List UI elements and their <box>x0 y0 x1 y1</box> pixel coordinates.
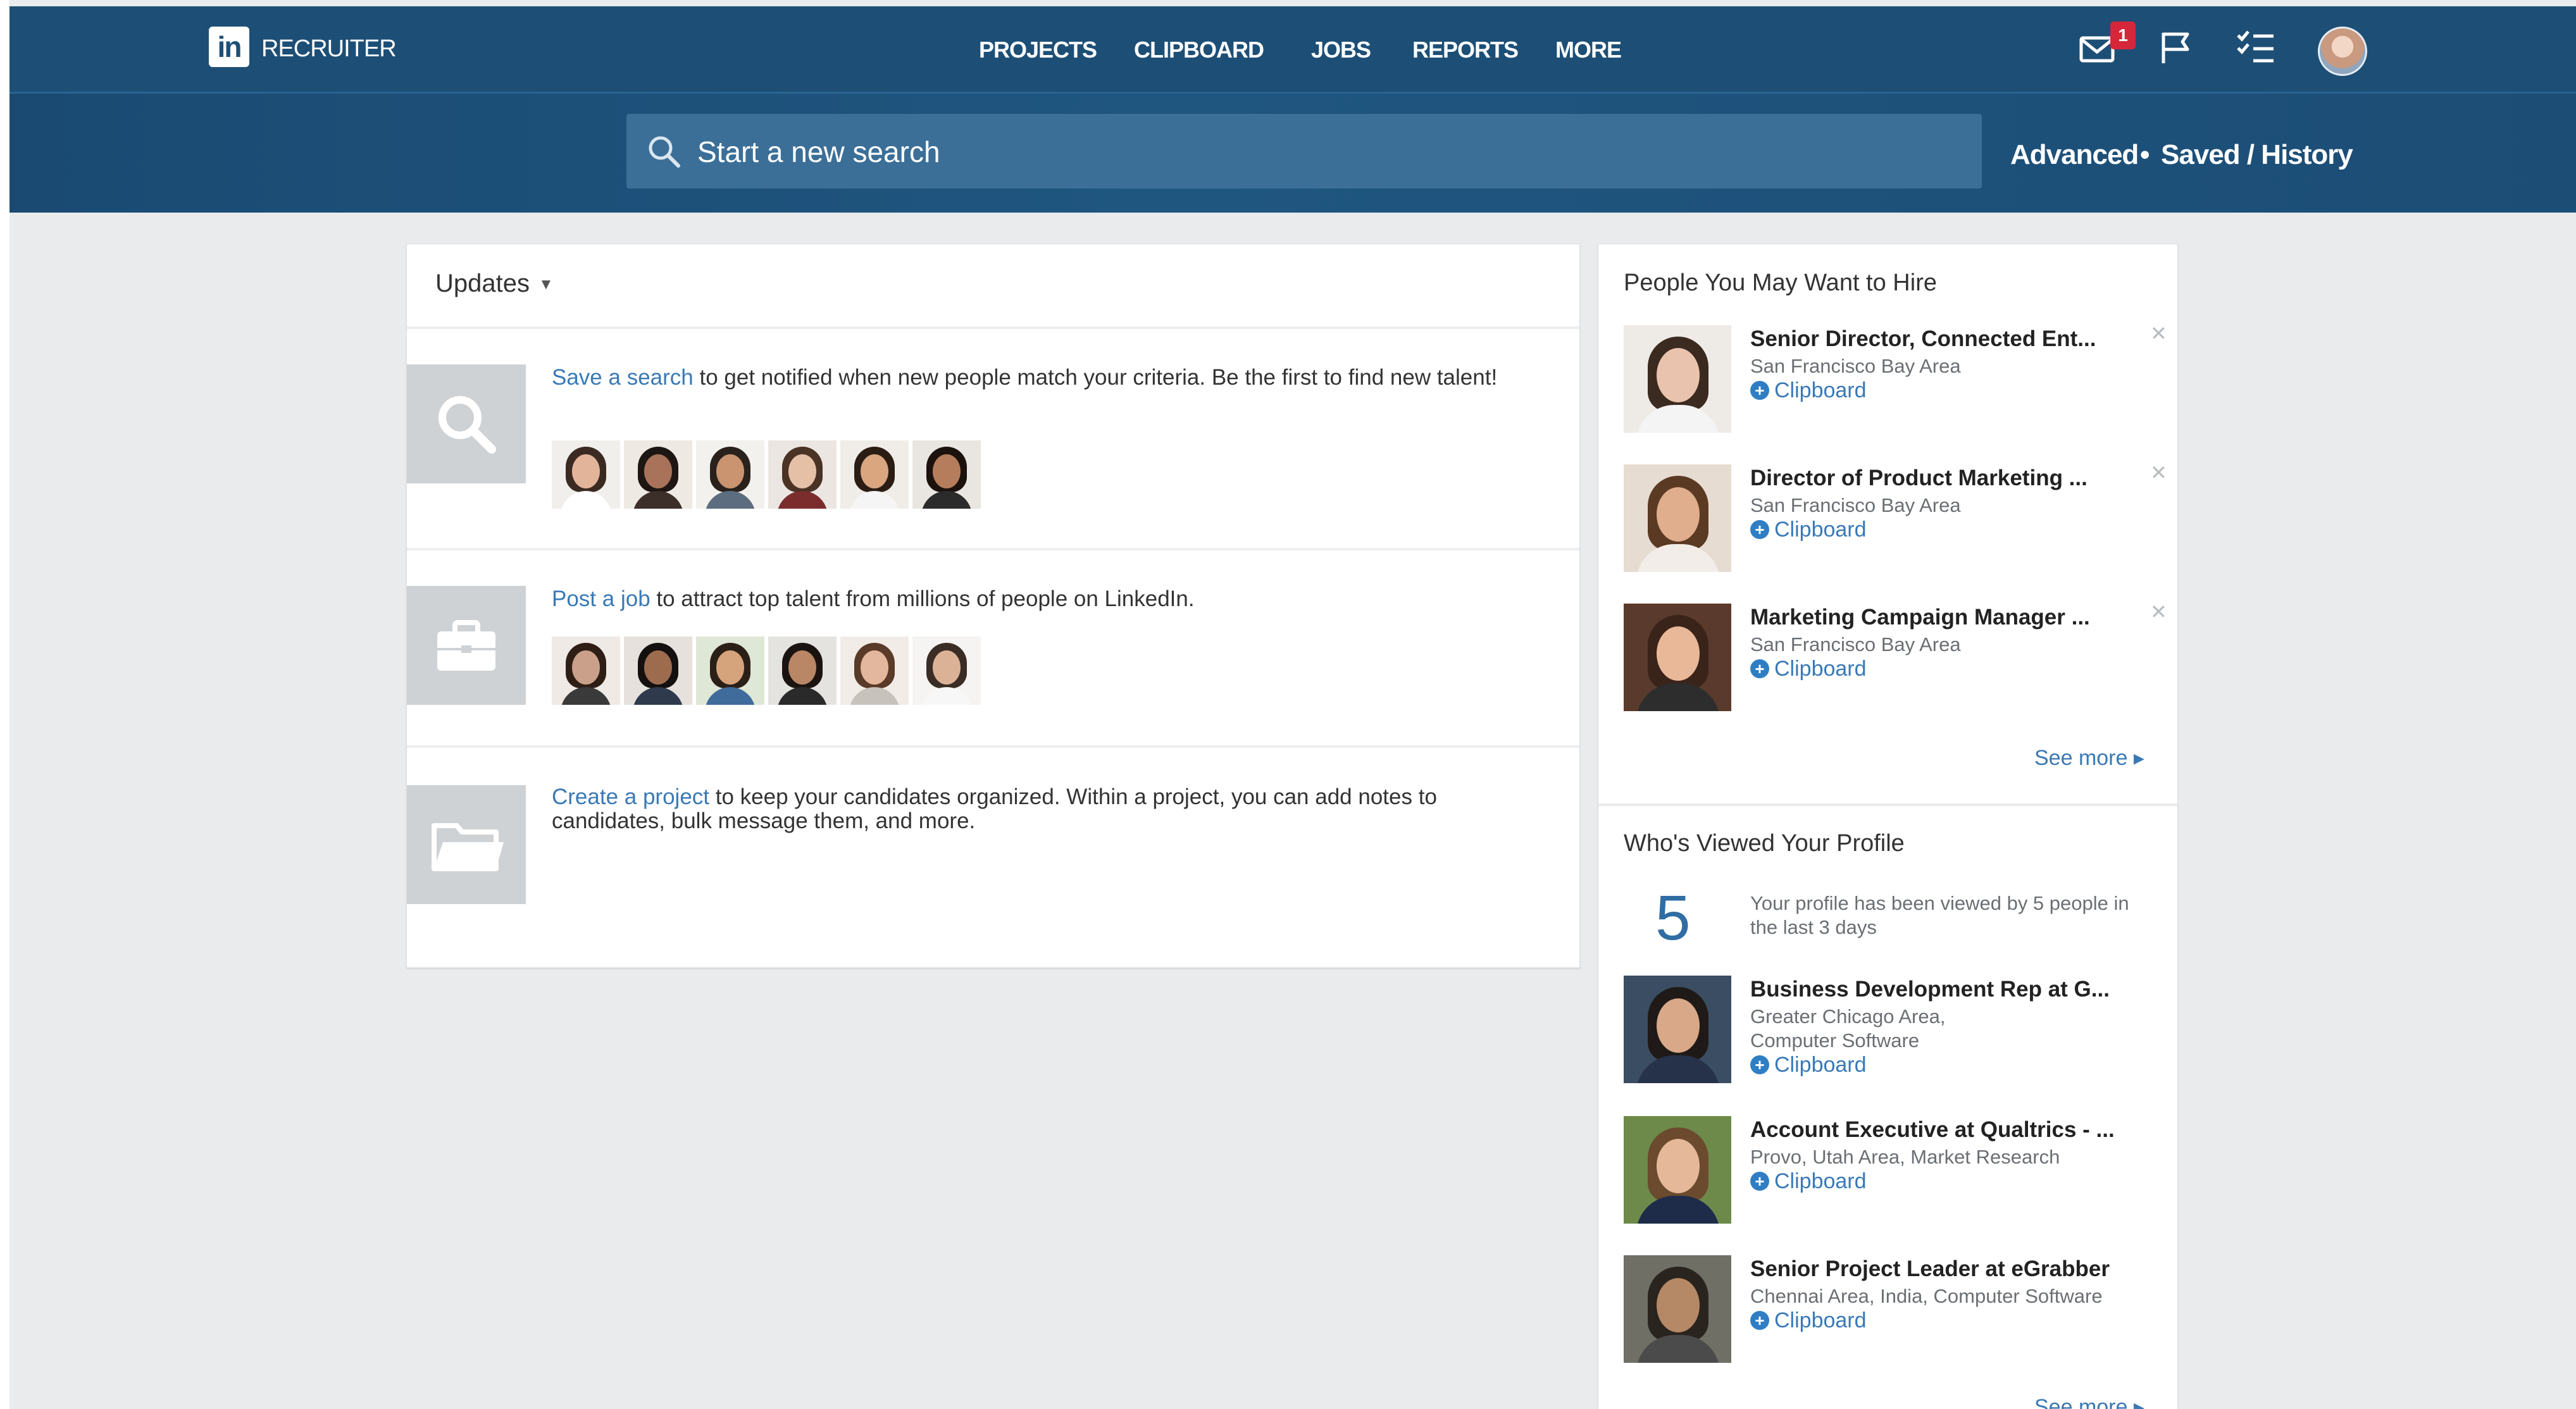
person-photo[interactable] <box>1624 604 1731 711</box>
person-location: San Francisco Bay Area <box>1750 494 1961 516</box>
save-search-link[interactable]: Save a search <box>552 365 694 390</box>
see-more-link[interactable]: See more ▸ <box>2034 1394 2144 1409</box>
notification-badge: 1 <box>2110 22 2136 49</box>
search-icon <box>649 136 680 168</box>
updates-title: Updates <box>435 270 530 297</box>
person-photo[interactable] <box>1624 1116 1731 1224</box>
search-box[interactable] <box>626 114 1982 190</box>
person-photo[interactable] <box>1624 976 1731 1083</box>
app-frame: in RECRUITER PROJECTS CLIPBOARD JOBS REP… <box>9 0 2576 1409</box>
divider <box>407 548 1579 550</box>
viewed-heading: Who's Viewed Your Profile <box>1624 830 1905 857</box>
linkedin-logo-icon[interactable]: in <box>209 27 249 67</box>
checklist-icon[interactable] <box>2234 25 2279 70</box>
nav-projects[interactable]: PROJECTS <box>979 37 1097 63</box>
create-project-link[interactable]: Create a project <box>552 785 709 809</box>
plus-icon: + <box>1750 520 1769 539</box>
user-avatar[interactable] <box>2318 27 2367 76</box>
viewer-person: Account Executive at Qualtrics - ... Pro… <box>1624 1116 2168 1230</box>
avatar[interactable] <box>552 636 620 705</box>
add-to-clipboard-button[interactable]: + Clipboard <box>1750 378 1867 403</box>
person-title-link[interactable]: Account Executive at Qualtrics - ... <box>1750 1117 2143 1143</box>
profile-views-card: Who's Viewed Your Profile 5 Your profile… <box>1598 804 2178 1409</box>
view-summary: Your profile has been viewed by 5 people… <box>1750 892 2129 938</box>
person-title-link[interactable]: Marketing Campaign Manager ... <box>1750 605 2143 630</box>
view-count[interactable]: 5 <box>1655 882 1691 955</box>
person-location: Greater Chicago Area, Computer Software <box>1750 1005 1946 1052</box>
updates-card: Updates ▼ Save a search to get notified w… <box>406 244 1580 968</box>
caret-down-icon: ▼ <box>538 276 554 294</box>
add-to-clipboard-button[interactable]: + Clipboard <box>1750 1053 1867 1077</box>
avatar[interactable] <box>696 440 764 509</box>
search-input[interactable] <box>696 114 1958 190</box>
saved-history-link[interactable]: Saved / History <box>2161 139 2353 171</box>
person-title-link[interactable]: Senior Director, Connected Ent... <box>1750 326 2143 352</box>
person-location: Chennai Area, India, Computer Software <box>1750 1285 2103 1307</box>
nav-clipboard[interactable]: CLIPBOARD <box>1134 37 1264 63</box>
hire-person: Director of Product Marketing ... San Fr… <box>1624 461 2168 578</box>
plus-icon: + <box>1750 1172 1769 1191</box>
avatar[interactable] <box>840 636 909 705</box>
avatar[interactable] <box>912 440 981 509</box>
person-photo[interactable] <box>1624 1255 1731 1363</box>
post-job-link[interactable]: Post a job <box>552 587 650 611</box>
nav-jobs[interactable]: JOBS <box>1311 37 1371 63</box>
search-bar-region: Advanced • Saved / History <box>9 94 2576 213</box>
update-text-create-project: Create a project to keep your candidates… <box>552 785 1437 833</box>
update-text-save-search: Save a search to get notified when new p… <box>552 365 1498 390</box>
plus-icon: + <box>1750 1055 1769 1074</box>
avatar[interactable] <box>768 636 837 705</box>
hire-heading: People You May Want to Hire <box>1624 270 1937 296</box>
person-location: San Francisco Bay Area <box>1750 355 1961 377</box>
recruiter-logo-text[interactable]: RECRUITER <box>261 35 397 63</box>
search-icon <box>407 364 526 483</box>
dismiss-icon[interactable]: ✕ <box>2150 461 2167 485</box>
avatar[interactable] <box>912 636 981 705</box>
briefcase-icon <box>407 586 526 705</box>
viewer-person: Business Development Rep at G... Greater… <box>1624 976 2168 1089</box>
hire-person: Senior Director, Connected Ent... San Fr… <box>1624 322 2168 439</box>
dismiss-icon[interactable]: ✕ <box>2150 600 2167 624</box>
face-strip <box>552 636 981 705</box>
person-title-link[interactable]: Director of Product Marketing ... <box>1750 466 2143 491</box>
person-title-link[interactable]: Senior Project Leader at eGrabber <box>1750 1257 2143 1282</box>
avatar[interactable] <box>768 440 837 509</box>
avatar[interactable] <box>840 440 909 509</box>
person-photo[interactable] <box>1624 325 1731 433</box>
separator-dot: • <box>2140 139 2150 170</box>
plus-icon: + <box>1750 1311 1769 1330</box>
avatar[interactable] <box>696 636 764 705</box>
flag-icon[interactable] <box>2155 25 2199 70</box>
avatar[interactable] <box>624 440 692 509</box>
plus-icon: + <box>1750 381 1769 400</box>
face-strip <box>552 440 981 509</box>
person-location: San Francisco Bay Area <box>1750 633 1961 655</box>
advanced-search-link[interactable]: Advanced <box>2010 139 2139 171</box>
nav-more[interactable]: MORE <box>1555 37 1622 63</box>
person-location: Provo, Utah Area, Market Research <box>1750 1146 2060 1168</box>
viewer-person: Senior Project Leader at eGrabber Chenna… <box>1624 1255 2168 1369</box>
person-title-link[interactable]: Business Development Rep at G... <box>1750 977 2143 1002</box>
divider <box>407 326 1579 329</box>
avatar[interactable] <box>552 440 620 509</box>
people-to-hire-card: People You May Want to Hire Senior Direc… <box>1598 244 2178 805</box>
add-to-clipboard-button[interactable]: + Clipboard <box>1750 1169 1867 1194</box>
plus-icon: + <box>1750 659 1769 678</box>
dismiss-icon[interactable]: ✕ <box>2150 321 2167 345</box>
add-to-clipboard-button[interactable]: + Clipboard <box>1750 518 1867 542</box>
avatar[interactable] <box>624 636 692 705</box>
update-text-post-job: Post a job to attract top talent from mi… <box>552 587 1195 611</box>
folder-icon <box>407 785 526 904</box>
divider <box>407 745 1579 748</box>
top-nav-bar: in RECRUITER PROJECTS CLIPBOARD JOBS REP… <box>9 6 2576 94</box>
updates-dropdown[interactable]: Updates ▼ <box>435 270 554 298</box>
add-to-clipboard-button[interactable]: + Clipboard <box>1750 1308 1867 1333</box>
person-photo[interactable] <box>1624 464 1731 572</box>
see-more-link[interactable]: See more ▸ <box>2034 745 2144 771</box>
nav-reports[interactable]: REPORTS <box>1412 37 1519 63</box>
add-to-clipboard-button[interactable]: + Clipboard <box>1750 657 1867 681</box>
hire-person: Marketing Campaign Manager ... San Franc… <box>1624 600 2168 717</box>
